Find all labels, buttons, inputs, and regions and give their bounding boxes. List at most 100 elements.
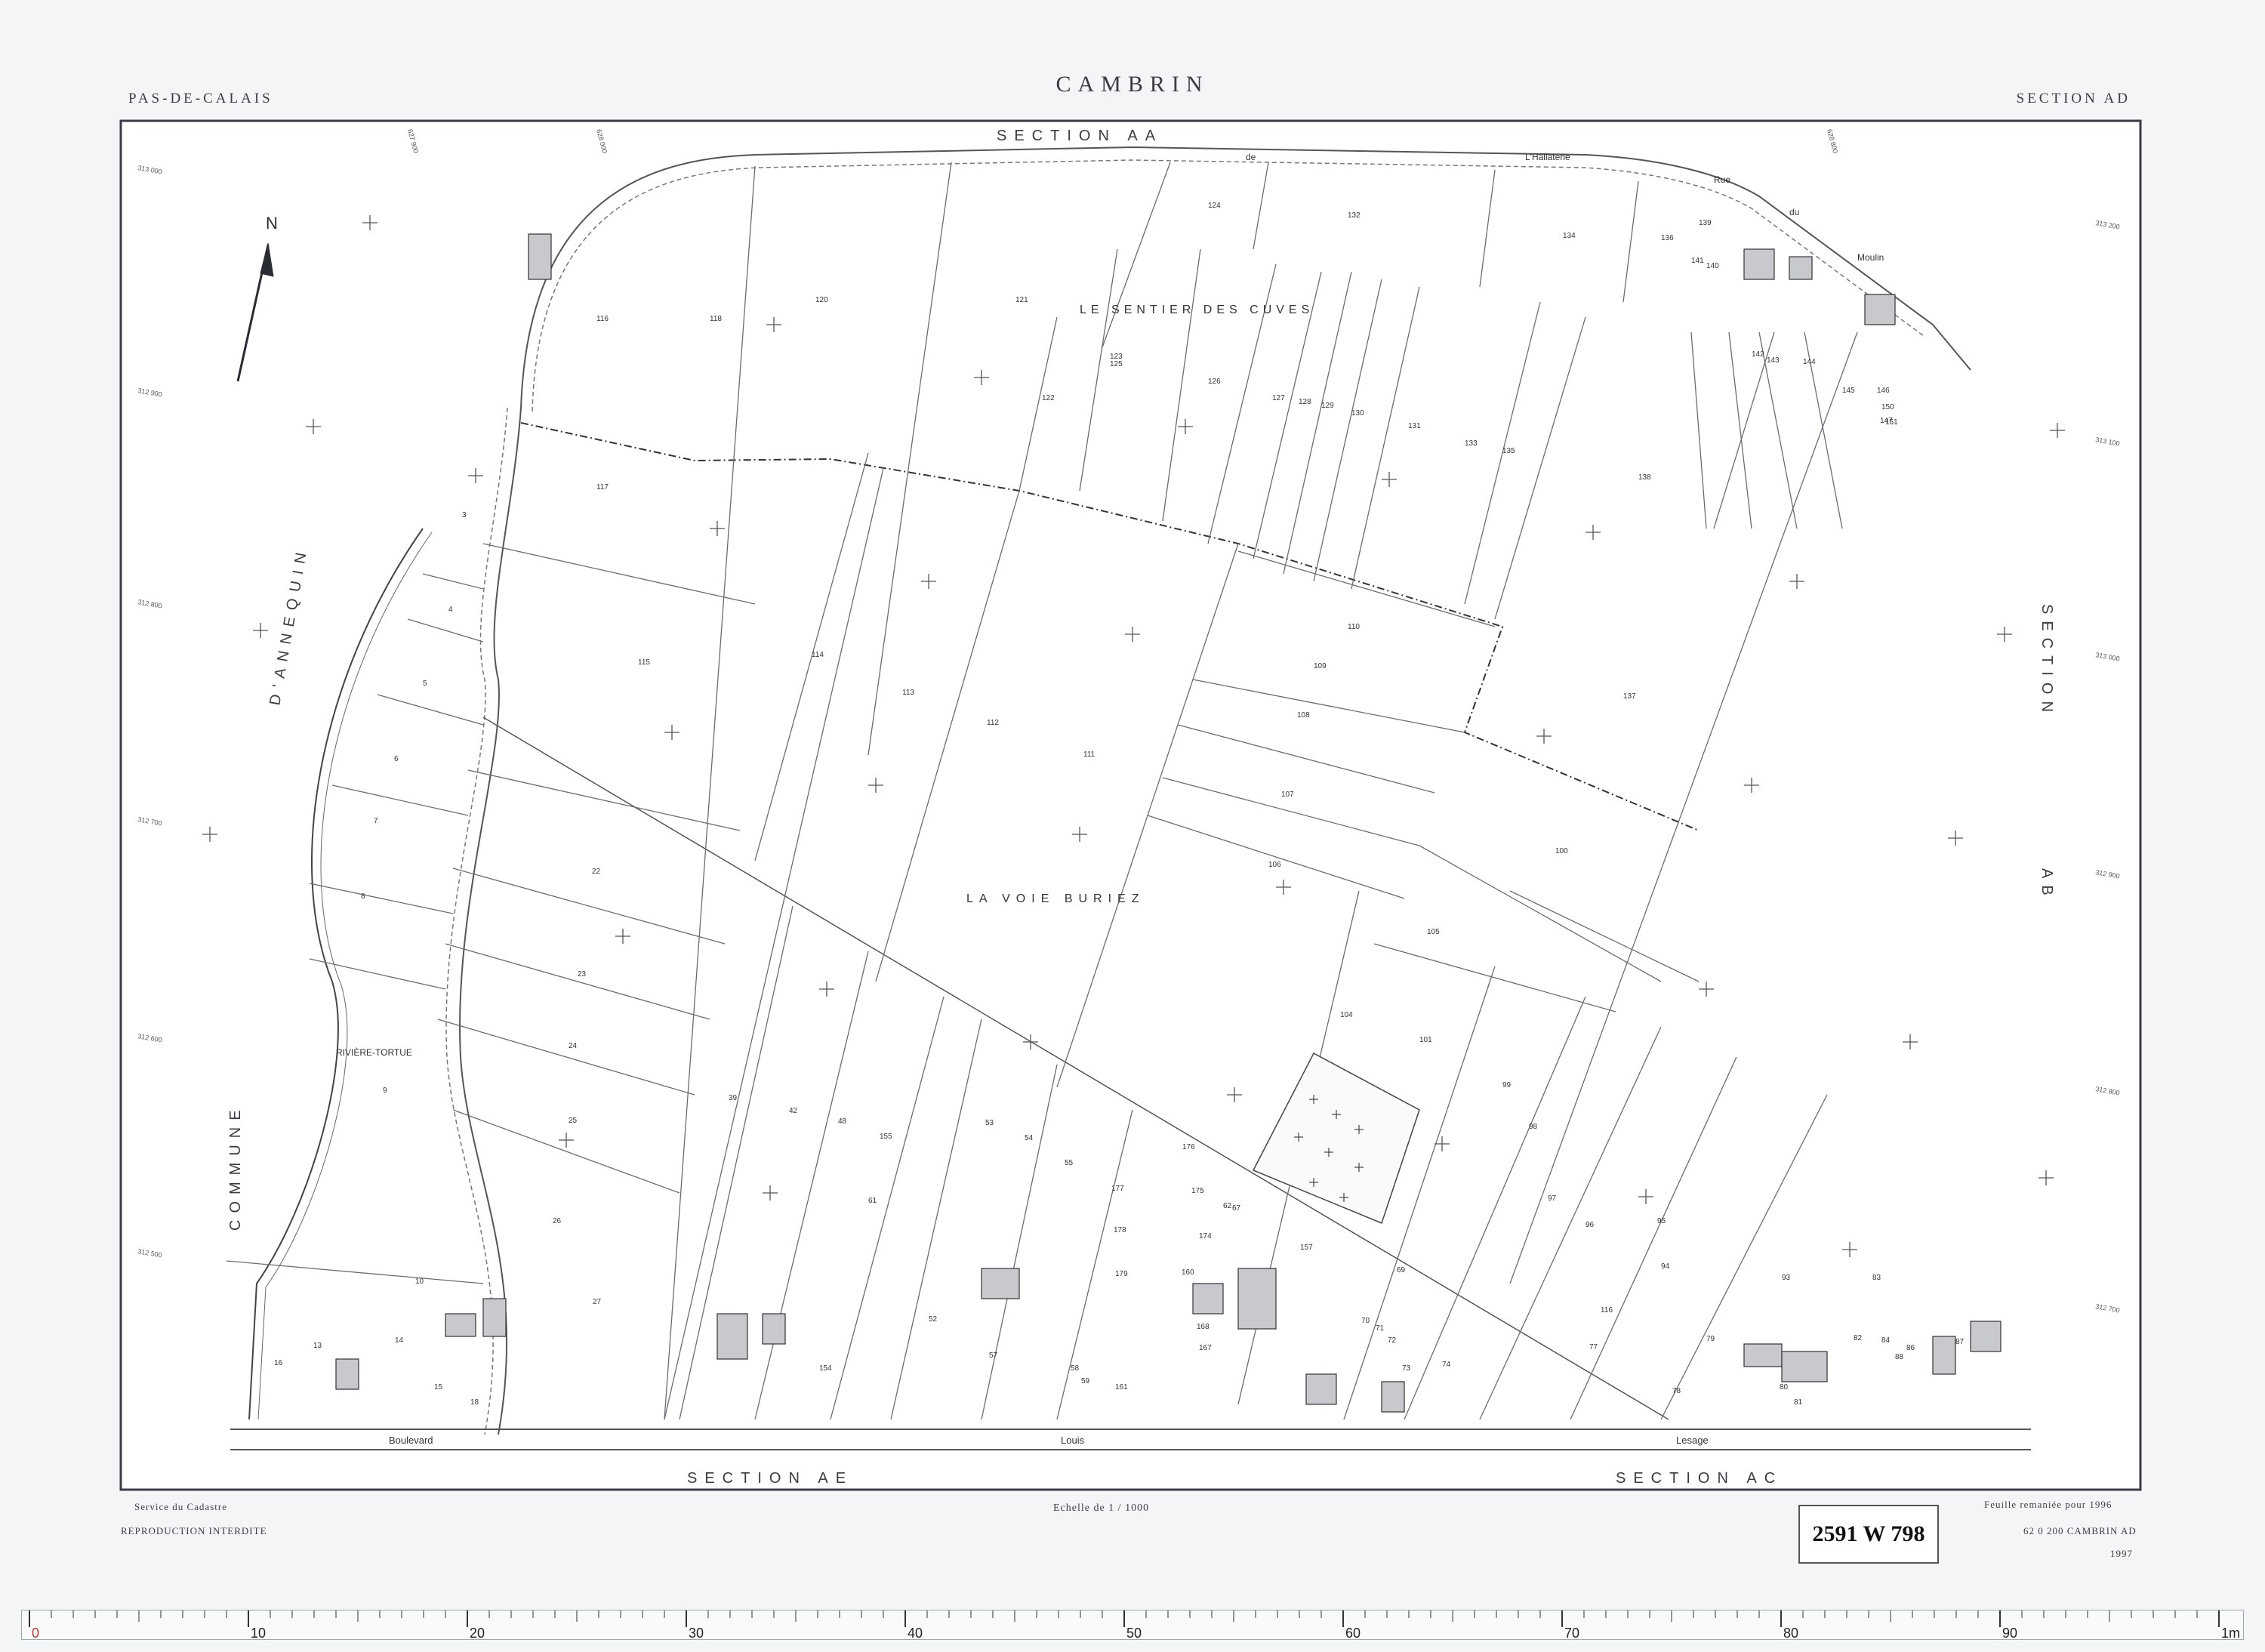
parcel-number-5: 5 [423, 680, 427, 688]
parcel-number-77: 77 [1589, 1343, 1598, 1351]
parcel-number-70: 70 [1361, 1317, 1370, 1325]
parcel-number-98: 98 [1529, 1123, 1538, 1131]
parcel-number-69: 69 [1397, 1266, 1406, 1274]
boundary-label-bottom-right: SECTION AC [1616, 1470, 1783, 1487]
parcel-number-128: 128 [1299, 398, 1311, 406]
parcel-number-9: 9 [383, 1086, 387, 1095]
parcel-number-127: 127 [1272, 394, 1285, 402]
revision-label: Feuille remaniée pour 1996 [1984, 1499, 2112, 1510]
ruler-label-70: 70 [1564, 1626, 1579, 1641]
parcel-number-13: 13 [313, 1342, 322, 1350]
parcel-number-174: 174 [1199, 1232, 1212, 1241]
parcel-number-146: 146 [1877, 387, 1890, 395]
parcel-number-25: 25 [569, 1117, 578, 1125]
parcel-number-39: 39 [729, 1094, 738, 1102]
parcel-number-88: 88 [1895, 1353, 1904, 1361]
street-label-moulin: Moulin [1857, 252, 1884, 263]
parcel-number-14: 14 [395, 1336, 404, 1345]
parcel-number-176: 176 [1182, 1143, 1195, 1151]
parcel-number-71: 71 [1376, 1324, 1385, 1333]
parcel-number-74: 74 [1442, 1361, 1451, 1369]
locality-sentier-des-cuves: LE SENTIER DES CUVES [1080, 304, 1314, 316]
parcel-number-93: 93 [1782, 1274, 1791, 1282]
parcel-number-124: 124 [1208, 202, 1221, 210]
street-label-rue: Rue [1714, 174, 1730, 185]
parcel-number-107: 107 [1281, 791, 1294, 799]
ruler-label-20: 20 [470, 1626, 485, 1641]
parcel-number-143: 143 [1767, 356, 1780, 365]
street-label-hallaterie: L'Hallaterie [1525, 152, 1570, 162]
street-label-louis: Louis [1061, 1435, 1085, 1446]
boundary-label-left-lower: COMMUNE [227, 1103, 244, 1231]
parcel-number-101: 101 [1419, 1036, 1432, 1044]
parcel-number-160: 160 [1182, 1268, 1194, 1277]
parcel-number-116: 116 [596, 315, 609, 323]
parcel-number-136: 136 [1661, 234, 1674, 242]
parcel-number-97: 97 [1548, 1194, 1557, 1203]
parcel-number-141: 141 [1691, 257, 1704, 265]
ruler-label-30: 30 [689, 1626, 704, 1641]
parcel-number-179: 179 [1115, 1270, 1128, 1278]
boundary-label-top: SECTION AA [997, 128, 1163, 144]
parcel-number-151: 151 [1885, 418, 1898, 427]
parcel-number-110: 110 [1348, 623, 1360, 631]
parcel-number-84: 84 [1881, 1336, 1891, 1345]
parcel-number-54: 54 [1025, 1134, 1034, 1142]
parcel-number-61: 61 [868, 1197, 877, 1205]
parcel-number-138: 138 [1638, 473, 1651, 482]
street-label-du: du [1789, 207, 1799, 217]
parcel-number-55: 55 [1065, 1159, 1074, 1167]
river-label: RIVIÈRE-TORTUE [336, 1046, 412, 1058]
parcel-number-122: 122 [1042, 394, 1055, 402]
parcel-number-72: 72 [1388, 1336, 1397, 1345]
ruler-label-90: 90 [2002, 1626, 2017, 1641]
parcel-number-16: 16 [274, 1359, 283, 1367]
ruler-label-10: 10 [251, 1626, 266, 1641]
map-drawing: N SECTION AA SECTION AE SECTION AC SECTI… [119, 119, 2142, 1491]
parcel-number-79: 79 [1706, 1335, 1715, 1343]
parcel-number-18: 18 [470, 1398, 479, 1407]
parcel-number-82: 82 [1854, 1334, 1863, 1342]
parcel-number-106: 106 [1268, 861, 1281, 869]
parcel-number-48: 48 [838, 1117, 847, 1126]
archive-label: 2591 W 798 [1798, 1505, 1939, 1564]
parcel-number-168: 168 [1197, 1323, 1210, 1331]
parcel-number-80: 80 [1780, 1383, 1789, 1392]
parcel-number-175: 175 [1191, 1187, 1204, 1195]
parcel-number-27: 27 [593, 1298, 602, 1306]
parcel-number-139: 139 [1699, 219, 1712, 227]
parcel-number-108: 108 [1297, 711, 1310, 720]
parcel-number-155: 155 [880, 1133, 892, 1141]
parcel-number-53: 53 [985, 1119, 994, 1127]
parcel-number-96: 96 [1586, 1221, 1595, 1229]
cadastral-map-sheet: CAMBRIN PAS-DE-CALAIS SECTION AD N SECTI… [0, 0, 2265, 1652]
parcel-number-126: 126 [1208, 378, 1221, 386]
parcel-number-131: 131 [1408, 422, 1421, 430]
parcel-number-59: 59 [1081, 1377, 1090, 1385]
parcel-number-10: 10 [415, 1278, 424, 1286]
parcel-number-15: 15 [434, 1383, 443, 1392]
parcel-number-94: 94 [1661, 1262, 1670, 1271]
parcel-number-129: 129 [1321, 402, 1334, 410]
parcel-number-118: 118 [710, 315, 722, 323]
parcel-number-24: 24 [569, 1042, 578, 1050]
parcel-number-112: 112 [987, 719, 999, 727]
parcel-number-116: 116 [1601, 1306, 1613, 1315]
parcel-number-125: 125 [1110, 360, 1123, 368]
ruler-label-40: 40 [908, 1626, 923, 1641]
parcel-number-114: 114 [812, 651, 824, 659]
parcel-number-115: 115 [638, 658, 650, 667]
parcel-number-6: 6 [394, 755, 399, 763]
parcel-number-7: 7 [374, 817, 378, 825]
parcel-number-83: 83 [1872, 1274, 1881, 1282]
parcel-number-145: 145 [1842, 387, 1855, 395]
locality-voie-buriez: LA VOIE BURIEZ [966, 892, 1145, 905]
street-label-lesage: Lesage [1676, 1435, 1709, 1446]
parcel-number-99: 99 [1502, 1081, 1512, 1090]
parcel-number-178: 178 [1114, 1226, 1126, 1234]
parcel-number-23: 23 [578, 970, 587, 979]
parcel-number-177: 177 [1111, 1185, 1124, 1193]
parcel-number-111: 111 [1083, 750, 1096, 759]
sheet-code: 62 0 200 CAMBRIN AD [2023, 1525, 2137, 1536]
parcel-number-130: 130 [1351, 409, 1364, 418]
